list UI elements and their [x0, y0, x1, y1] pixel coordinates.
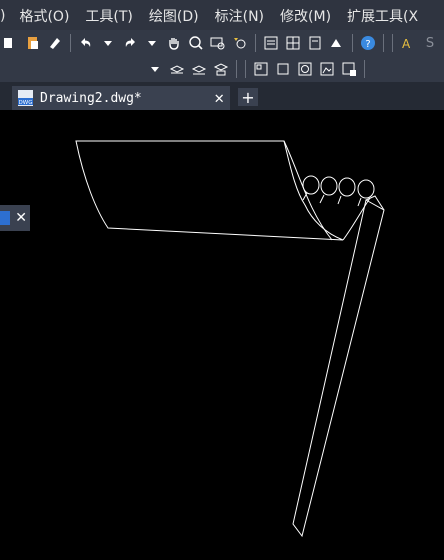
dwg-file-icon-label: DWG: [19, 100, 33, 106]
tool-palettes-icon[interactable]: [306, 34, 324, 52]
dwg-file-icon: DWG: [18, 90, 33, 106]
matchprop-icon[interactable]: [46, 34, 64, 52]
dropdown-arrow-icon[interactable]: [146, 60, 164, 78]
toolbar-separator: [236, 60, 237, 78]
menu-item-dimension[interactable]: 标注(N): [207, 6, 272, 26]
toolbar-separator: [255, 34, 256, 52]
zoom-previous-icon[interactable]: [231, 34, 249, 52]
rope-loop: [302, 175, 320, 195]
menu-item-format[interactable]: 格式(O): [11, 6, 77, 26]
rope-end: [342, 197, 371, 241]
svg-text:A: A: [402, 37, 411, 51]
bag-outline: [75, 140, 344, 241]
menu-item-draw[interactable]: 绘图(D): [141, 6, 207, 26]
close-tab-icon[interactable]: ✕: [214, 88, 224, 107]
svg-text:?: ?: [365, 39, 370, 50]
menu-item-modify[interactable]: 修改(M): [272, 6, 339, 26]
rope-loop: [357, 179, 375, 199]
toolbar-separator: [70, 34, 71, 52]
toolbar-separator: [364, 60, 365, 78]
toolbar-separator: [383, 34, 384, 52]
bag-inner-fold: [283, 140, 333, 241]
text-style-icon[interactable]: A: [399, 34, 417, 52]
zoom-realtime-icon[interactable]: [187, 34, 205, 52]
rope-loop: [338, 177, 356, 197]
markup-icon[interactable]: [328, 34, 346, 52]
panel-close-icon[interactable]: ✕: [15, 210, 27, 226]
menu-item-truncated[interactable]: ): [0, 8, 11, 24]
menu-bar: ) 格式(O) 工具(T) 绘图(D) 标注(N) 修改(M) 扩展工具(X: [0, 0, 444, 32]
image-icon[interactable]: [318, 60, 336, 78]
toolbar-separator: [352, 34, 353, 52]
redo-icon[interactable]: [121, 34, 139, 52]
circle-icon[interactable]: [296, 60, 314, 78]
layer-isolate-icon[interactable]: [212, 60, 230, 78]
drawing-geometry: [75, 140, 385, 538]
floating-panel: ✕: [0, 205, 30, 231]
tab-drawing2[interactable]: DWG Drawing2.dwg* ✕: [12, 86, 230, 110]
document-tab-strip: DWG Drawing2.dwg* ✕ +: [0, 82, 444, 110]
paste-icon[interactable]: [24, 34, 42, 52]
layers-toolbar: [0, 56, 444, 82]
layer-state-icon[interactable]: [168, 60, 186, 78]
rope-tails: [302, 192, 362, 207]
text-style-partial-label: S: [425, 35, 435, 51]
zoom-window-icon[interactable]: [209, 34, 227, 52]
toolbar-separator: [392, 34, 393, 52]
layer-previous-icon[interactable]: [190, 60, 208, 78]
copy-icon[interactable]: [2, 34, 20, 52]
help-icon[interactable]: ?: [359, 34, 377, 52]
drawing-canvas[interactable]: [0, 110, 444, 556]
new-tab-button[interactable]: +: [238, 88, 258, 107]
menu-item-extension-tools[interactable]: 扩展工具(X: [339, 6, 426, 26]
block-icon[interactable]: [274, 60, 292, 78]
pole-top: [365, 195, 385, 211]
menu-item-tools[interactable]: 工具(T): [77, 6, 140, 26]
pan-icon[interactable]: [165, 34, 183, 52]
insert-icon[interactable]: [340, 60, 358, 78]
properties-icon[interactable]: [262, 34, 280, 52]
pole: [292, 199, 385, 538]
tab-label: Drawing2.dwg*: [40, 90, 142, 106]
undo-icon[interactable]: [77, 34, 95, 52]
viewport-icon[interactable]: [252, 60, 270, 78]
rope-loop: [320, 176, 338, 196]
panel-doc-icon: [0, 211, 10, 225]
design-center-icon[interactable]: [284, 34, 302, 52]
toolbar-separator: [245, 60, 246, 78]
undo-dropdown-icon[interactable]: [99, 34, 117, 52]
standard-toolbar: ? A S: [0, 30, 444, 56]
redo-dropdown-icon[interactable]: [143, 34, 161, 52]
